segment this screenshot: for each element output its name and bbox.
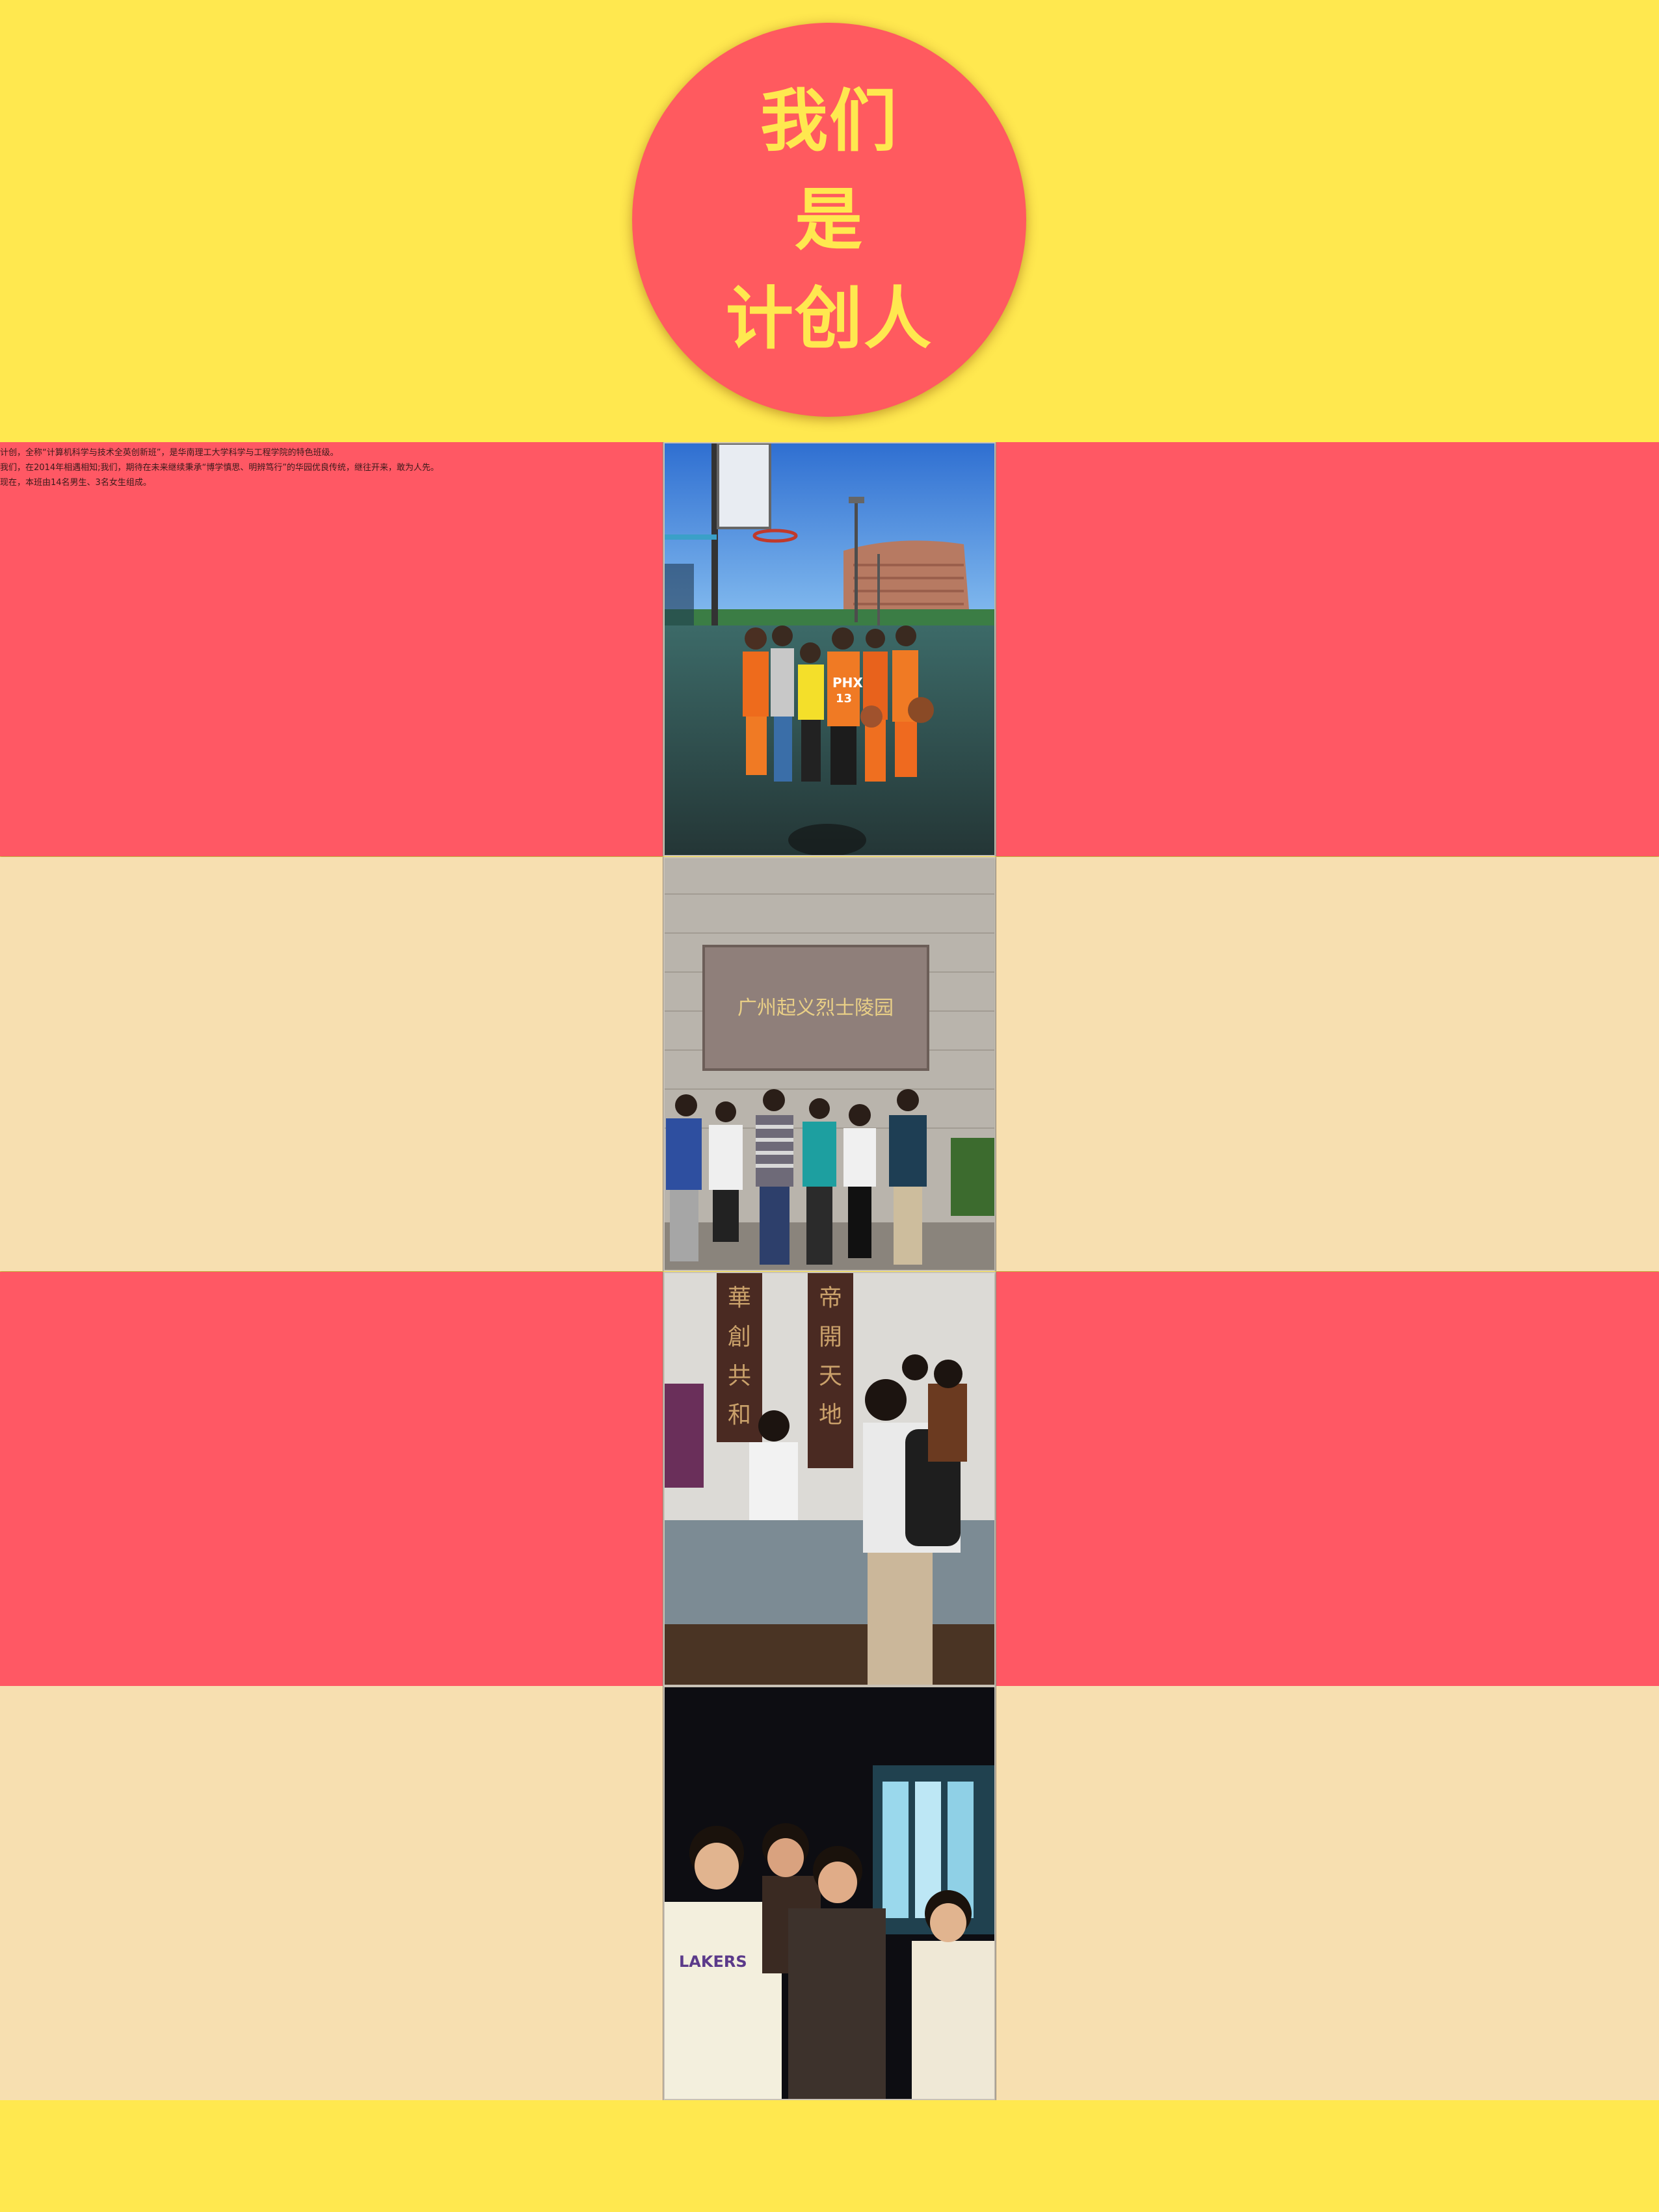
row-1-right-panel	[995, 442, 1659, 856]
svg-text:帝: 帝	[819, 1285, 842, 1311]
svg-text:天: 天	[819, 1363, 842, 1389]
photo-memorial-park-group: 广州起义烈士陵园	[663, 857, 996, 1271]
intro-line-3: 现在，本班由14名男生、3名女生组成。	[0, 478, 152, 488]
row-4-right-panel	[995, 1686, 1659, 2100]
class-intro: 计创，全称“计算机科学与技术全英创新班”，是华南理工大学科学与工程学院的特色班级…	[0, 445, 439, 490]
header-banner: 我们 是 计创人	[0, 0, 1659, 442]
intro-line-1: 计创，全称“计算机科学与技术全英创新班”，是华南理工大学科学与工程学院的特色班级…	[0, 448, 339, 458]
hero-line-2: 是	[794, 180, 864, 259]
svg-text:共: 共	[728, 1363, 751, 1389]
gallery-row-3: 華 創 共 和 帝 開 天 地	[0, 1272, 1659, 1686]
footer-band	[0, 2100, 1659, 2212]
svg-text:13: 13	[836, 692, 852, 705]
gallery-row-4: LAKERS	[0, 1686, 1659, 2100]
svg-text:華: 華	[728, 1285, 751, 1311]
shirt-text: LAKERS	[679, 1953, 747, 1971]
svg-text:和: 和	[728, 1402, 751, 1429]
row-3-right-panel	[995, 1272, 1659, 1686]
row-4-left-panel	[0, 1686, 664, 2100]
hero-line-1: 我们	[760, 81, 898, 161]
photo-basketball-group: PHX 13	[663, 442, 996, 856]
plaque-text: 广州起义烈士陵园	[737, 997, 894, 1020]
row-2-right-panel	[995, 857, 1659, 1271]
jersey-text: PHX	[832, 675, 863, 691]
svg-text:地: 地	[819, 1402, 842, 1429]
svg-text:創: 創	[728, 1324, 751, 1350]
gallery-row-1: 计创，全称“计算机科学与技术全英创新班”，是华南理工大学科学与工程学院的特色班级…	[0, 442, 1659, 856]
row-3-left-panel	[0, 1272, 664, 1686]
hero-line-3: 计创人	[725, 279, 933, 358]
photo-museum-visit-group: 華 創 共 和 帝 開 天 地	[663, 1272, 996, 1686]
row-2-left-panel	[0, 857, 664, 1271]
svg-text:開: 開	[819, 1324, 842, 1350]
intro-line-2: 我们，在2014年相遇相知;我们，期待在未来继续秉承“博学慎思、明辨笃行”的华园…	[0, 463, 439, 473]
row-1-left-panel: 计创，全称“计算机科学与技术全英创新班”，是华南理工大学科学与工程学院的特色班级…	[0, 442, 664, 856]
gallery-row-2: 广州起义烈士陵园	[0, 857, 1659, 1271]
hero-circle: 我们 是 计创人	[632, 23, 1026, 417]
photo-night-group: LAKERS	[663, 1686, 996, 2100]
